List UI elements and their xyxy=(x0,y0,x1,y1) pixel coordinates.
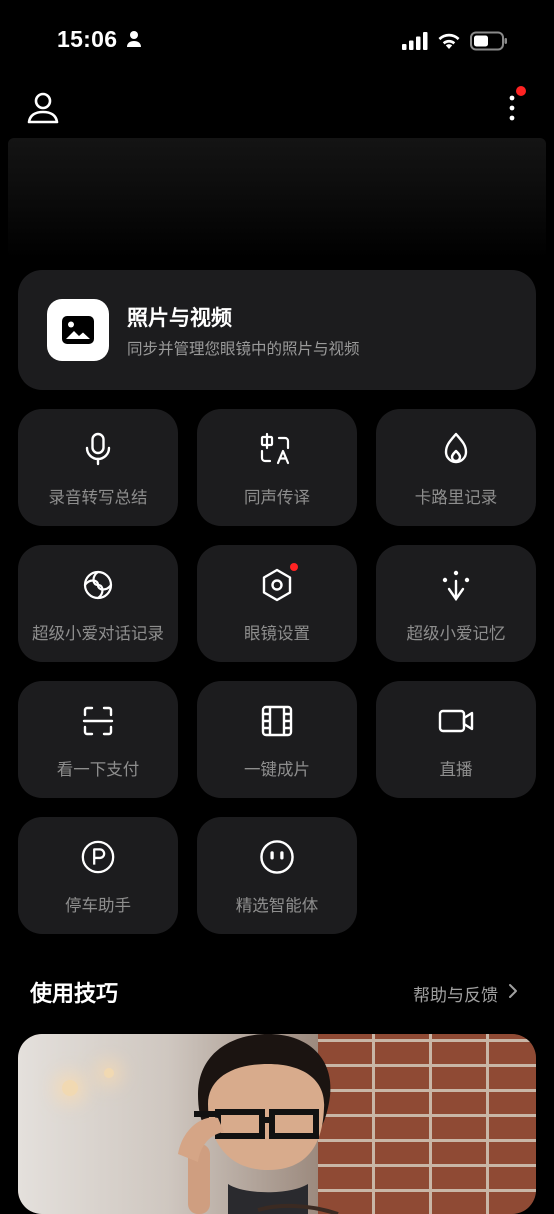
microphone-icon xyxy=(80,431,116,467)
help-feedback-label: 帮助与反馈 xyxy=(413,986,498,1006)
scan-icon xyxy=(80,703,116,739)
status-time: 15:06 xyxy=(57,26,118,52)
photos-videos-card[interactable]: 照片与视频 同步并管理您眼镜中的照片与视频 xyxy=(18,270,536,390)
person-status-icon xyxy=(126,30,142,52)
photos-videos-title: 照片与视频 xyxy=(127,306,232,330)
cellular-signal-icon xyxy=(402,32,428,54)
tile-label: 停车助手 xyxy=(65,896,131,915)
flame-icon xyxy=(438,431,474,467)
tile-label: 超级小爱记忆 xyxy=(406,624,506,643)
memory-icon xyxy=(438,567,474,603)
tile-one-click-video[interactable]: 一键成片 xyxy=(197,681,357,798)
parking-icon xyxy=(80,839,116,875)
video-camera-icon xyxy=(438,703,474,739)
tile-label: 眼镜设置 xyxy=(244,624,310,643)
notification-dot xyxy=(516,86,526,96)
help-feedback-link[interactable]: 帮助与反馈 xyxy=(413,981,518,1006)
tile-label: 精选智能体 xyxy=(235,896,319,915)
chevron-right-icon xyxy=(508,983,518,1004)
translate-icon xyxy=(259,431,295,467)
more-vertical-icon xyxy=(500,95,528,130)
notification-dot xyxy=(290,563,298,571)
hexagon-settings-icon xyxy=(259,567,295,603)
tile-xiaoai-conversation-record[interactable]: 超级小爱对话记录 xyxy=(18,545,178,662)
tile-label: 超级小爱对话记录 xyxy=(32,624,164,643)
person-wearing-glasses-image xyxy=(158,1034,388,1214)
gallery-icon xyxy=(47,299,109,361)
tile-recording-transcription[interactable]: 录音转写总结 xyxy=(18,409,178,526)
tile-label: 录音转写总结 xyxy=(48,488,148,507)
banner-area xyxy=(8,138,546,258)
tile-parking-assistant[interactable]: 停车助手 xyxy=(18,817,178,934)
tile-simultaneous-interpretation[interactable]: 同声传译 xyxy=(197,409,357,526)
status-bar: 15:06 xyxy=(0,0,554,84)
tile-label: 看一下支付 xyxy=(56,760,140,779)
ceiling-light xyxy=(104,1068,114,1078)
profile-button[interactable] xyxy=(26,91,60,125)
tile-glasses-settings[interactable]: 眼镜设置 xyxy=(197,545,357,662)
ai-swirl-icon xyxy=(80,567,116,603)
tile-calorie-record[interactable]: 卡路里记录 xyxy=(376,409,536,526)
tile-live-stream[interactable]: 直播 xyxy=(376,681,536,798)
tile-label: 直播 xyxy=(439,760,473,779)
agent-face-icon xyxy=(259,839,295,875)
tile-featured-agents[interactable]: 精选智能体 xyxy=(197,817,357,934)
film-icon xyxy=(259,703,295,739)
user-icon xyxy=(26,92,60,129)
photos-videos-subtitle: 同步并管理您眼镜中的照片与视频 xyxy=(127,340,360,358)
tile-label: 卡路里记录 xyxy=(414,488,498,507)
tile-label: 一键成片 xyxy=(244,760,310,779)
tile-look-to-pay[interactable]: 看一下支付 xyxy=(18,681,178,798)
tile-label: 同声传译 xyxy=(244,488,310,507)
ceiling-light xyxy=(62,1080,78,1096)
more-options-button[interactable] xyxy=(500,86,528,126)
tile-xiaoai-memory[interactable]: 超级小爱记忆 xyxy=(376,545,536,662)
battery-icon xyxy=(470,31,508,55)
tip-card[interactable] xyxy=(18,1034,536,1214)
wifi-icon xyxy=(437,32,461,54)
tips-section-title: 使用技巧 xyxy=(30,982,119,1007)
